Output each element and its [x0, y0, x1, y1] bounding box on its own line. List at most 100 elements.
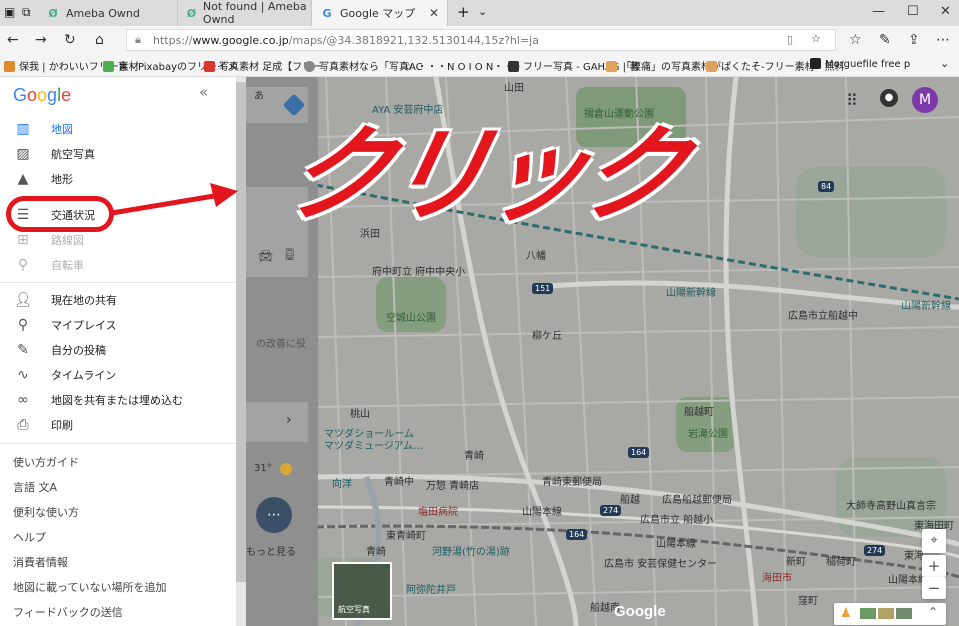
- maps-menu-drawer: Google « ▥ 地図 ▨ 航空写真 ▲ 地形 ☰ 交通状況 ⊞ 路線図 ⚲ 自転車 👤…: [0, 77, 237, 626]
- link-useful-tips[interactable]: 便利な使い方: [13, 504, 79, 520]
- panel-card[interactable]: ›: [244, 402, 308, 442]
- expand-chevron-icon[interactable]: ⌃: [928, 605, 938, 619]
- favorite-item[interactable]: Morguefile free photo: [810, 58, 910, 70]
- google-favicon-icon: G: [322, 6, 332, 20]
- menu-item-your-places[interactable]: ⚲ マイプレイス: [0, 312, 236, 337]
- map-label[interactable]: 海田市: [762, 569, 792, 584]
- map-label[interactable]: 府中町立 府中中央小: [372, 263, 465, 278]
- imagery-thumb-icon[interactable]: [860, 608, 876, 619]
- map-label[interactable]: 万惣 青崎店: [426, 477, 479, 492]
- map-label[interactable]: 河野湯(竹の湯)跡: [432, 543, 510, 558]
- menu-item-timeline[interactable]: ∿ タイムライン: [0, 362, 236, 387]
- new-tab-button[interactable]: +: [457, 3, 470, 21]
- place-pin-icon: ⚲: [17, 316, 29, 333]
- map-label: 桃山: [350, 409, 370, 420]
- favorite-favicon-icon: [4, 61, 15, 72]
- share-icon[interactable]: ⇪: [908, 32, 920, 48]
- pegman-icon[interactable]: ♟: [840, 606, 852, 621]
- tab-list-chevron-icon[interactable]: ⌄: [478, 5, 487, 18]
- reading-view-icon[interactable]: ▯: [787, 33, 793, 46]
- link-consumer-info[interactable]: 消費者情報: [13, 554, 68, 570]
- menu-item-contributions[interactable]: ✎ 自分の投稿: [0, 337, 236, 362]
- map-label[interactable]: 広島船越郵便局: [662, 491, 732, 506]
- imagery-strip[interactable]: ♟ ⌃: [834, 603, 946, 625]
- more-link[interactable]: もっと見る: [246, 543, 296, 558]
- edit-post-icon: ✎: [17, 341, 29, 358]
- link-send-feedback[interactable]: フィードバックの送信: [13, 604, 123, 620]
- close-window-icon[interactable]: ✕: [940, 4, 951, 19]
- link-tips[interactable]: 使い方ガイド: [13, 454, 79, 470]
- divider: [0, 282, 236, 283]
- refresh-icon[interactable]: ↻: [64, 32, 76, 48]
- map-label: 青崎中: [384, 477, 414, 488]
- menu-item-share-embed[interactable]: ∞ 地図を共有または埋め込む: [0, 387, 236, 412]
- menu-item-bicycling[interactable]: ⚲ 自転車: [0, 252, 236, 277]
- chevron-right-icon[interactable]: ›: [286, 412, 292, 428]
- favorite-item[interactable]: ☆ ・・・N O I O N・・・: [404, 58, 523, 73]
- favorites-hub-icon[interactable]: ☆: [849, 32, 862, 48]
- map-label[interactable]: 向洋: [332, 475, 352, 490]
- close-tab-icon[interactable]: ✕: [429, 6, 439, 20]
- imagery-thumb-icon[interactable]: [896, 608, 912, 619]
- bicycle-icon: ⚲: [17, 256, 29, 273]
- map-label[interactable]: 広島市立 船越小: [640, 511, 713, 526]
- back-arrow-icon[interactable]: ←: [7, 32, 19, 48]
- apps-grid-icon[interactable]: ⠿: [846, 91, 858, 110]
- map-label[interactable]: 大師寺高野山真言宗: [846, 497, 936, 512]
- map-label[interactable]: 広島市立船越中: [788, 307, 858, 322]
- map-label: 東青崎町: [386, 531, 426, 542]
- timeline-icon: ∿: [17, 366, 29, 383]
- maximize-icon[interactable]: ☐: [907, 4, 919, 19]
- address-bar[interactable]: 🔒︎ https://www.google.co.jp/maps/@34.381…: [126, 29, 836, 51]
- route-shield: 151: [532, 283, 554, 294]
- notification-bell-icon[interactable]: ●: [880, 89, 898, 107]
- collapse-menu-icon[interactable]: «: [199, 83, 208, 101]
- link-add-missing-place[interactable]: 地図に載っていない場所を追加: [13, 579, 166, 595]
- zoom-in-button[interactable]: +: [922, 555, 946, 577]
- map-label[interactable]: 阿弥陀井戸: [406, 581, 456, 596]
- url-prefix: https://: [153, 34, 193, 47]
- ameba-favicon-icon: Ø: [48, 6, 58, 20]
- map-label[interactable]: 青崎東郵便局: [542, 473, 602, 488]
- aerial-view-toggle[interactable]: 航空写真: [332, 562, 392, 620]
- favorites-bar: 保我 | かわいいフリー素材 盲 - Pixabayのフリーイメ 写真素材 足成…: [0, 54, 959, 77]
- menu-item-location-sharing[interactable]: 👤︎ 現在地の共有: [0, 287, 236, 312]
- map-label: 船越: [620, 495, 640, 506]
- favorite-star-icon[interactable]: ☆: [811, 32, 821, 45]
- map-label[interactable]: 空城山公園: [386, 309, 436, 324]
- pen-notes-icon[interactable]: ✎: [879, 32, 891, 48]
- zoom-out-button[interactable]: −: [922, 577, 946, 599]
- home-icon[interactable]: ⌂: [95, 32, 104, 48]
- map-label[interactable]: 広島市 安芸保健センター: [604, 555, 717, 570]
- map-label[interactable]: 塩田病院: [418, 503, 458, 518]
- tab-google-maps[interactable]: G Google マップ ✕: [312, 0, 448, 26]
- window-menu-icon[interactable]: ▣: [4, 5, 15, 19]
- tab-not-found[interactable]: Ø Not found | Ameba Ownd: [178, 0, 312, 26]
- my-location-icon[interactable]: ⌖: [922, 529, 946, 553]
- imagery-thumb-icon[interactable]: [878, 608, 894, 619]
- map-label: 山陽新幹線: [666, 288, 716, 299]
- tab-title: Not found | Ameba Ownd: [202, 0, 307, 26]
- link-help[interactable]: ヘルプ: [13, 529, 46, 545]
- favorite-item[interactable]: 「腰痛」の写真素材が: [606, 58, 721, 73]
- satellite-image-icon: ▨: [16, 145, 30, 162]
- menu-item-print[interactable]: ⎙ 印刷: [0, 412, 236, 437]
- menu-item-map[interactable]: ▥ 地図: [0, 116, 236, 141]
- account-avatar[interactable]: M: [912, 87, 938, 113]
- more-dots-icon[interactable]: ⋯: [256, 497, 292, 533]
- map-label[interactable]: マツダミュージアム…: [324, 437, 423, 452]
- favorite-favicon-icon: [103, 61, 114, 72]
- forward-arrow-icon[interactable]: →: [35, 32, 47, 48]
- map-label: 山陽本線: [522, 507, 562, 518]
- more-menu-icon[interactable]: ⋯: [936, 32, 950, 48]
- link-language[interactable]: 言語 文A: [13, 479, 57, 495]
- sidebar-scroll-thumb[interactable]: [236, 82, 246, 582]
- menu-item-satellite[interactable]: ▨ 航空写真: [0, 141, 236, 166]
- person-share-icon: 👤︎: [14, 291, 32, 308]
- map-label: 青崎: [366, 547, 386, 558]
- tab-preview-icon[interactable]: ⧉: [22, 5, 31, 20]
- map-label[interactable]: 岩滝公園: [688, 425, 728, 440]
- favorites-overflow-chevron-icon[interactable]: ⌄: [940, 57, 949, 70]
- tab-ameba-ownd[interactable]: Ø Ameba Ownd: [38, 0, 178, 26]
- minimize-icon[interactable]: —: [872, 4, 885, 19]
